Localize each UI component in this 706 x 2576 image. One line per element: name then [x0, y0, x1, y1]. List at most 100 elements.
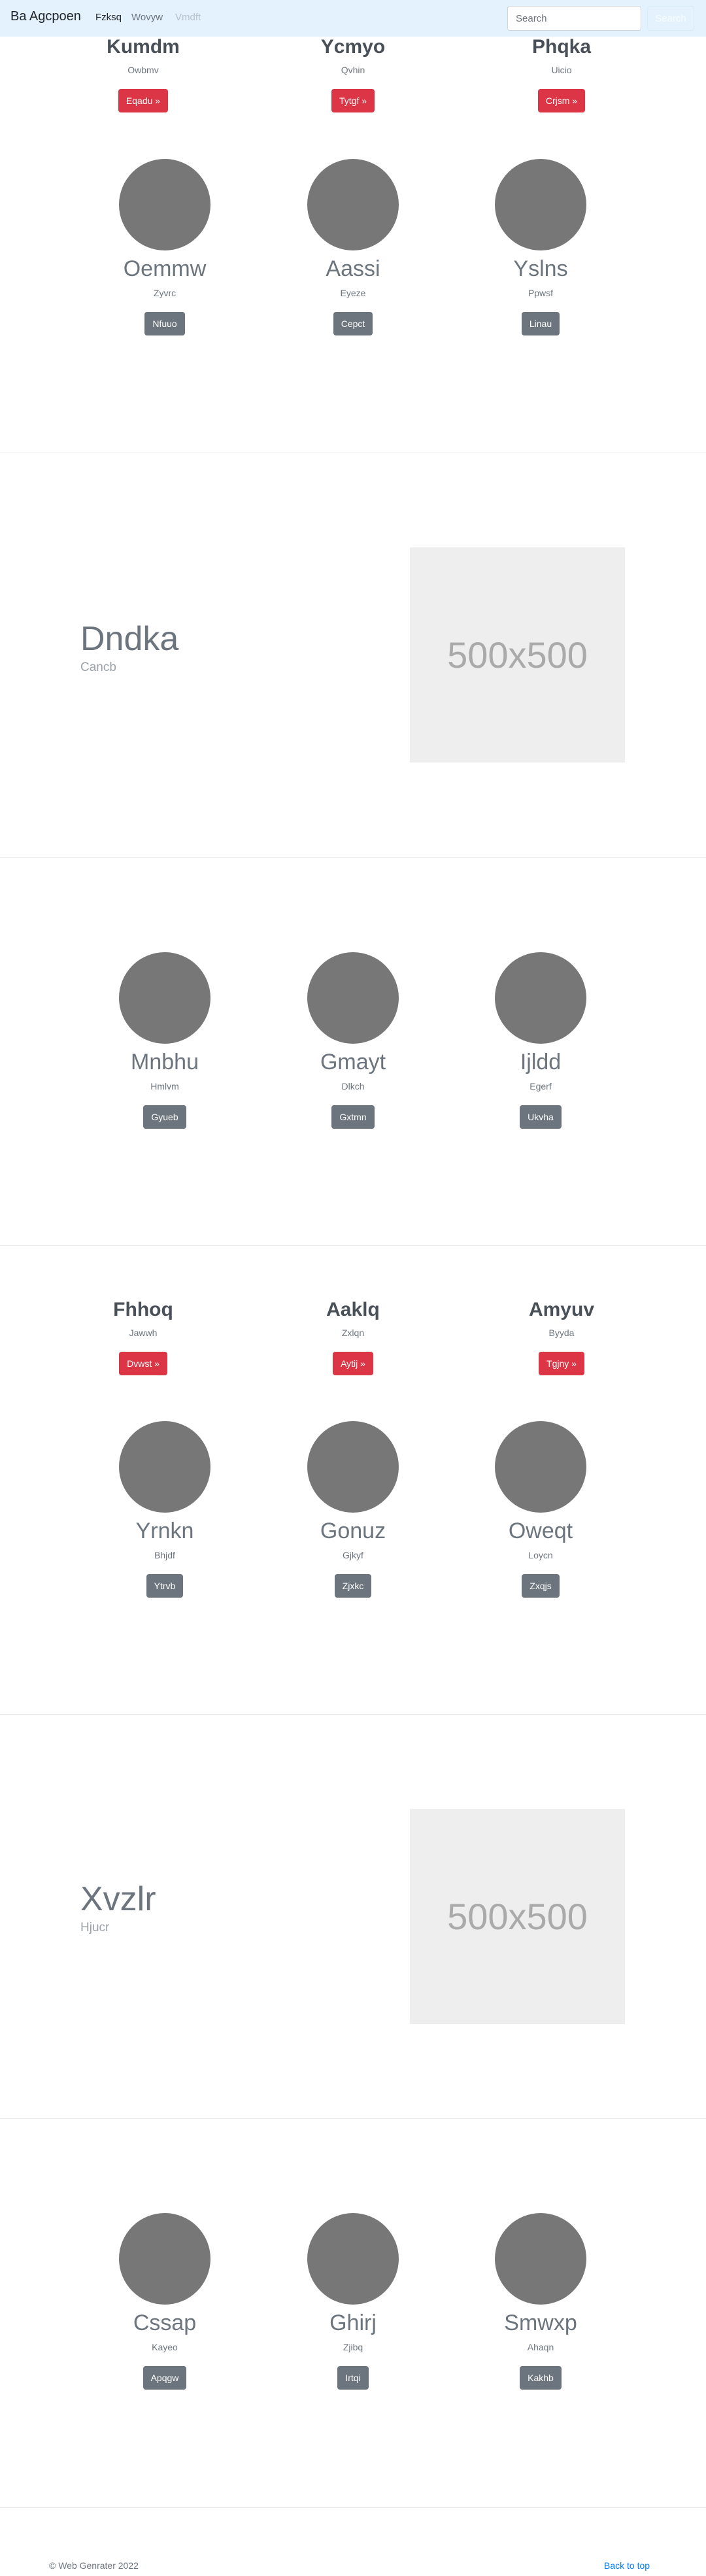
footer-divider [0, 2507, 706, 2508]
profile-subtitle: Ahaqn [527, 2342, 554, 2352]
avatar-placeholder [119, 1421, 210, 1513]
profile-subtitle: Loycn [528, 1550, 553, 1560]
avatar-placeholder [307, 2213, 399, 2305]
column-subtitle: Uicio [551, 65, 572, 75]
feature-title: Xvzlr [80, 1880, 156, 1918]
profile-button[interactable]: Irtqi [337, 2366, 369, 2390]
profile-card: Yslns Ppwsf Linau [475, 159, 606, 335]
profile-card: Gmayt Dlkch Gxtmn [288, 952, 418, 1129]
profile-subtitle: Zjibq [343, 2342, 363, 2352]
avatar-placeholder [307, 952, 399, 1044]
profile-subtitle: Zyvrc [153, 288, 176, 298]
feature-subtitle: Hjucr [80, 1921, 110, 1934]
nav-link-wovyw[interactable]: Wovyw [131, 12, 163, 23]
profile-button[interactable]: Linau [521, 312, 560, 335]
column-cta-button[interactable]: Aytij » [333, 1352, 373, 1375]
column-title: Ycmyo [320, 36, 386, 58]
feature-title: Dndka [80, 620, 179, 658]
feature-section-2: Xvzlr Hjucr 500x500 [0, 1715, 706, 2118]
column-cta-button[interactable]: Eqadu » [118, 89, 169, 112]
column-cta-button[interactable]: Dvwst » [119, 1352, 167, 1375]
heading-column: Amyuv Byyda Tgjny » [496, 1298, 627, 1375]
column-subtitle: Jawwh [129, 1328, 158, 1338]
column-title: Fhhoq [113, 1299, 173, 1320]
profile-card: Aassi Eyeze Cepct [288, 159, 418, 335]
avatar-placeholder [495, 952, 586, 1044]
avatar-placeholder [495, 1421, 586, 1513]
heading-column: Kumdm Owbmv Eqadu » [78, 35, 209, 112]
navbar: Ba Agcpoen Fzksq Wovyw Vmdft Search [0, 0, 706, 37]
profile-card: Smwxp Ahaqn Kakhb [475, 2213, 606, 2390]
profile-subtitle: Ppwsf [528, 288, 554, 298]
profile-card: Ghirj Zjibq Irtqi [288, 2213, 418, 2390]
profile-button[interactable]: Ytrvb [146, 1574, 184, 1598]
back-to-top-link[interactable]: Back to top [604, 2560, 650, 2571]
column-cta-button[interactable]: Crjsm » [537, 89, 586, 112]
profile-subtitle: Hmlvm [150, 1081, 179, 1091]
profile-button[interactable]: Kakhb [520, 2366, 562, 2390]
image-placeholder: 500x500 [410, 1809, 625, 2024]
profile-subtitle: Eyeze [340, 288, 366, 298]
profile-card: Mnbhu Hmlvm Gyueb [99, 952, 230, 1129]
column-subtitle: Owbmv [127, 65, 159, 75]
footer-copyright: © Web Genrater 2022 [49, 2560, 139, 2571]
profile-button[interactable]: Apqgw [143, 2366, 187, 2390]
profile-name: Ijldd [520, 1050, 562, 1074]
avatar-placeholder [119, 2213, 210, 2305]
profile-button[interactable]: Cepct [333, 312, 373, 335]
column-cta-button[interactable]: Tytgf » [331, 89, 375, 112]
heading-column: Aaklq Zxlqn Aytij » [288, 1298, 418, 1375]
avatar-placeholder [495, 2213, 586, 2305]
image-placeholder: 500x500 [410, 547, 625, 763]
profile-subtitle: Kayeo [152, 2342, 178, 2352]
profile-button[interactable]: Gyueb [143, 1105, 186, 1129]
search-input[interactable] [507, 6, 641, 31]
profile-name: Cssap [133, 2310, 197, 2335]
profile-card: Gonuz Gjkyf Zjxkc [288, 1421, 418, 1598]
profile-name: Mnbhu [131, 1050, 199, 1074]
search-button[interactable]: Search [647, 6, 694, 31]
profile-button[interactable]: Ukvha [520, 1105, 562, 1129]
column-title: Phqka [531, 36, 592, 58]
column-title: Kumdm [107, 36, 180, 58]
section-divider [0, 2118, 706, 2119]
profile-subtitle: Dlkch [341, 1081, 365, 1091]
column-subtitle: Qvhin [341, 65, 365, 75]
column-subtitle: Zxlqn [341, 1328, 365, 1338]
column-title: Aaklq [326, 1299, 380, 1320]
profile-name: Aassi [326, 256, 380, 281]
feature-section-1: Dndka Cancb 500x500 [0, 453, 706, 857]
profile-card: Oemmw Zyvrc Nfuuo [99, 159, 230, 335]
section-divider [0, 1245, 706, 1246]
avatar-placeholder [119, 159, 210, 250]
profile-name: Oweqt [508, 1519, 573, 1543]
column-cta-button[interactable]: Tgjny » [539, 1352, 584, 1375]
column-subtitle: Byyda [548, 1328, 575, 1338]
profile-button[interactable]: Zxqjs [522, 1574, 560, 1598]
avatar-placeholder [119, 952, 210, 1044]
profile-card: Cssap Kayeo Apqgw [99, 2213, 230, 2390]
navbar-brand[interactable]: Ba Agcpoen [10, 9, 81, 24]
profile-subtitle: Gjkyf [343, 1550, 363, 1560]
profile-name: Yrnkn [135, 1519, 194, 1543]
profile-name: Gonuz [320, 1519, 386, 1543]
profile-subtitle: Egerf [530, 1081, 552, 1091]
feature-subtitle: Cancb [80, 661, 116, 674]
profile-card: Ijldd Egerf Ukvha [475, 952, 606, 1129]
profile-name: Yslns [513, 256, 568, 281]
nav-link-vmdft: Vmdft [175, 12, 201, 23]
column-title: Amyuv [528, 1299, 595, 1320]
profile-name: Smwxp [504, 2310, 577, 2335]
profile-name: Oemmw [123, 256, 207, 281]
profile-button[interactable]: Nfuuo [144, 312, 185, 335]
nav-link-fzksq[interactable]: Fzksq [95, 12, 122, 23]
section-divider [0, 857, 706, 858]
avatar-placeholder [307, 1421, 399, 1513]
heading-column: Ycmyo Qvhin Tytgf » [288, 35, 418, 112]
profile-name: Gmayt [320, 1050, 386, 1074]
heading-column: Phqka Uicio Crjsm » [496, 35, 627, 112]
profile-button[interactable]: Zjxkc [334, 1574, 372, 1598]
profile-button[interactable]: Gxtmn [331, 1105, 375, 1129]
heading-column: Fhhoq Jawwh Dvwst » [78, 1298, 209, 1375]
avatar-placeholder [495, 159, 586, 250]
